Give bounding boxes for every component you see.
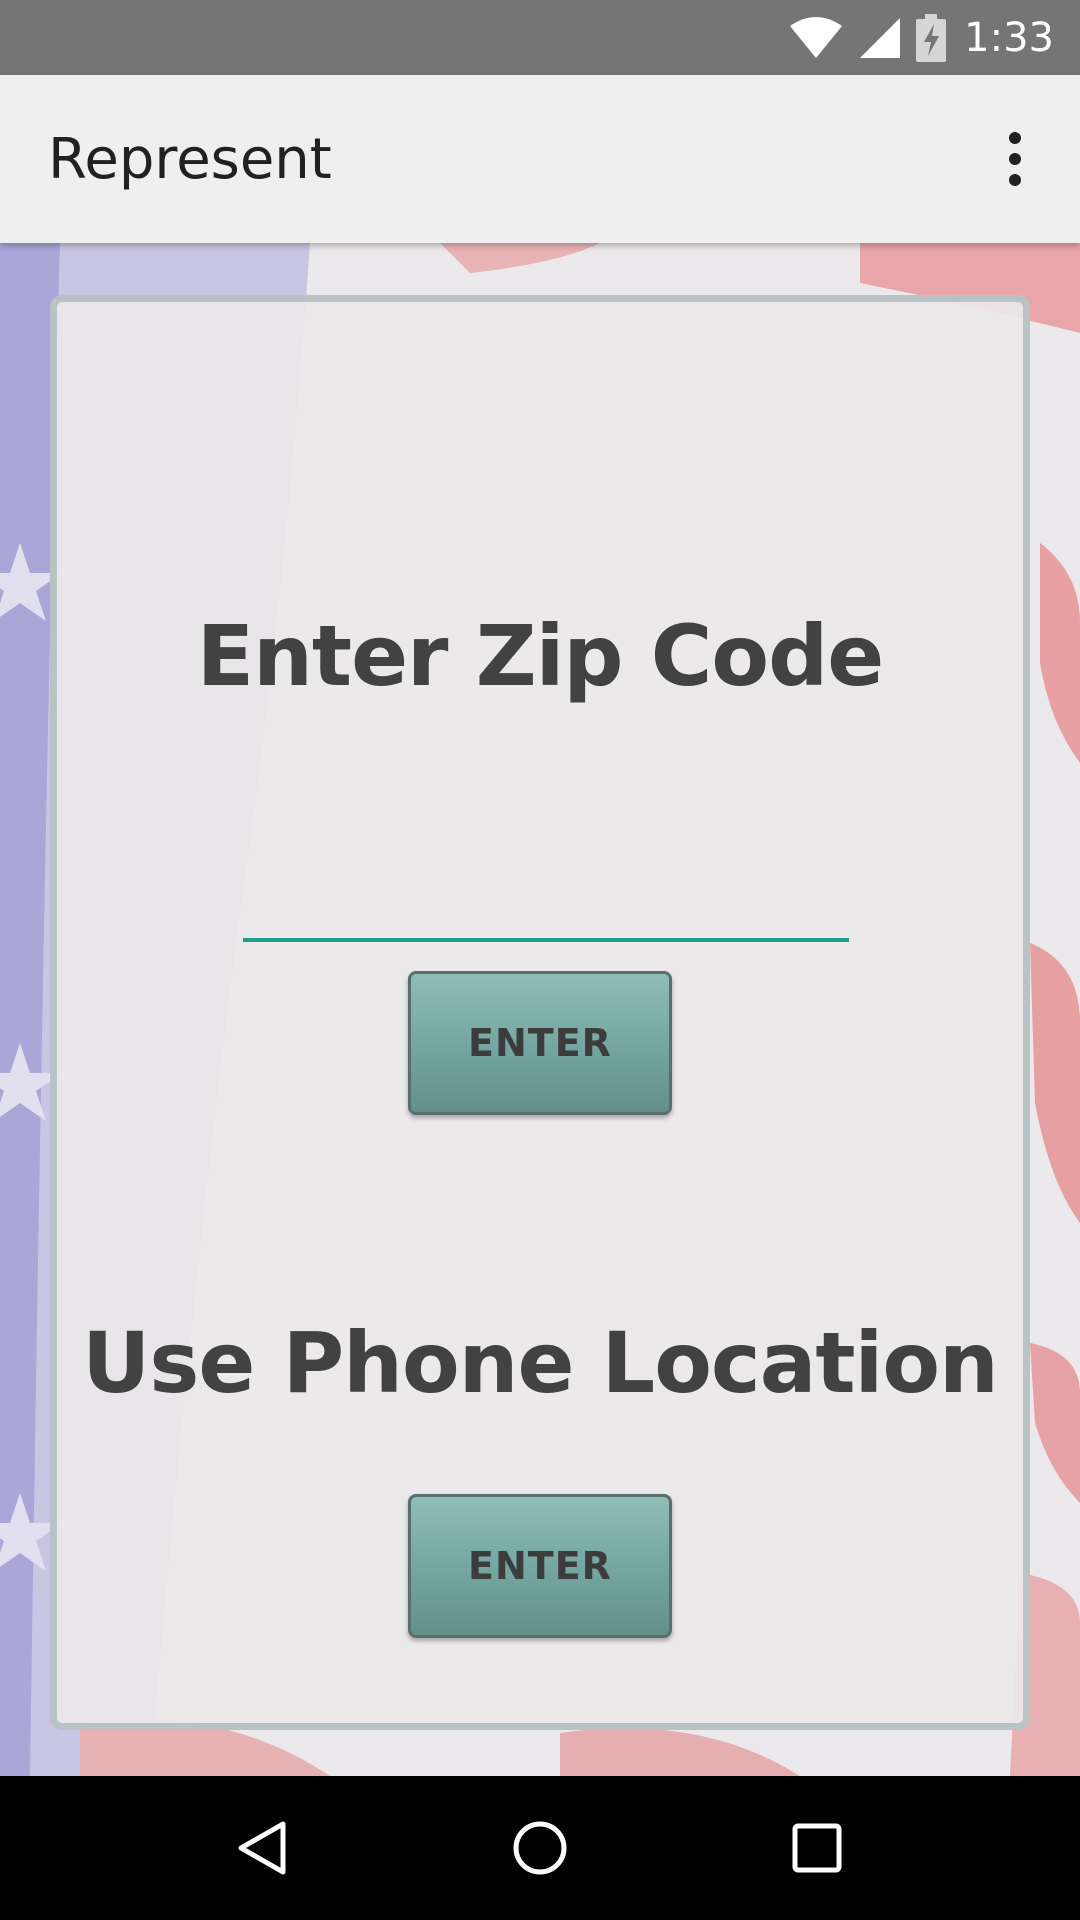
overflow-dot <box>1009 132 1021 144</box>
recents-icon[interactable] <box>772 1803 862 1893</box>
home-icon[interactable] <box>495 1803 585 1893</box>
back-icon[interactable] <box>218 1803 308 1893</box>
overflow-dot <box>1009 174 1021 186</box>
zip-enter-button[interactable]: ENTER <box>408 971 672 1115</box>
wifi-icon <box>788 16 844 60</box>
location-heading: Use Phone Location <box>82 1314 999 1412</box>
signal-icon <box>858 16 902 60</box>
more-vert-icon[interactable] <box>980 114 1050 204</box>
status-clock: 1:33 <box>964 14 1054 61</box>
zip-heading: Enter Zip Code <box>196 607 885 705</box>
location-enter-button[interactable]: ENTER <box>408 1494 672 1638</box>
overflow-dot <box>1009 153 1021 165</box>
zip-code-input[interactable] <box>243 882 849 942</box>
location-card: Enter Zip Code ENTER Use Phone Location … <box>50 295 1030 1730</box>
status-bar: 1:33 <box>0 0 1080 75</box>
app-title: Represent <box>48 126 332 192</box>
app-bar: Represent <box>0 75 1080 243</box>
main-content: Enter Zip Code ENTER Use Phone Location … <box>0 243 1080 1776</box>
navigation-bar <box>0 1776 1080 1920</box>
battery-charging-icon <box>916 13 947 62</box>
